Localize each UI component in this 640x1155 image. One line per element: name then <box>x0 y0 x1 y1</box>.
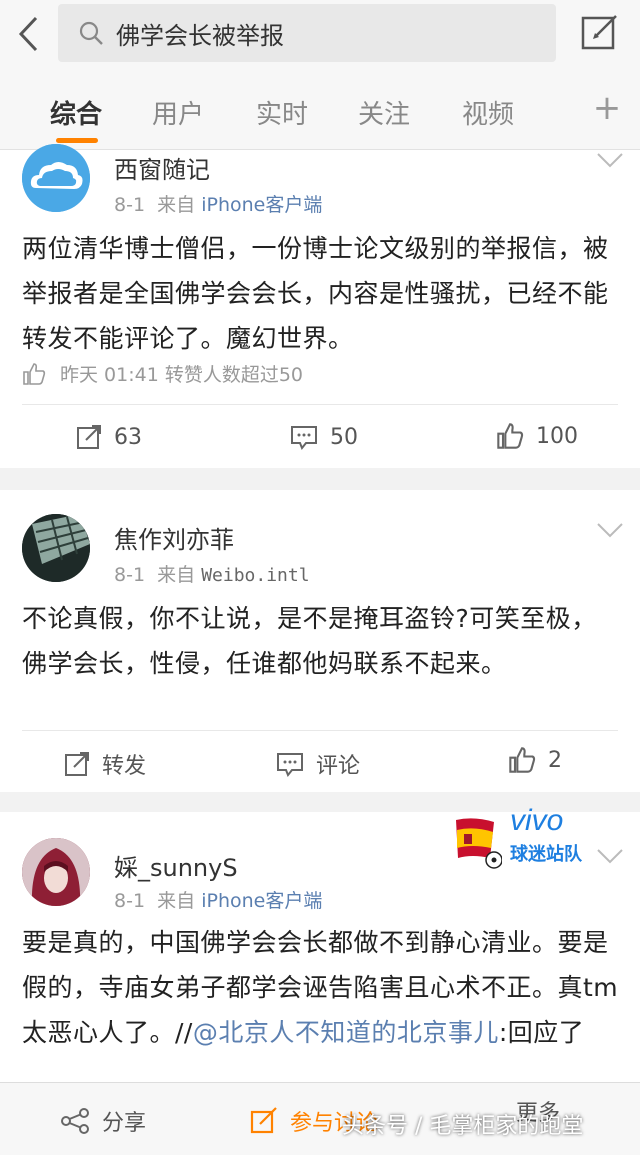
chevron-down-icon[interactable] <box>596 152 624 170</box>
vivo-logo: vivo <box>510 804 564 837</box>
post-meta: 8-1 来自 iPhone客户端 <box>114 886 322 913</box>
share-icon <box>61 1108 89 1134</box>
like-button[interactable]: 2 <box>508 746 562 774</box>
mention-link[interactable]: @北京人不知道的北京事儿 <box>193 1018 499 1047</box>
hooded-figure-avatar-icon <box>22 838 90 906</box>
comment-icon <box>277 753 303 777</box>
comment-button[interactable]: 50 <box>290 424 358 450</box>
share-label: 分享 <box>102 1111 147 1136</box>
post-date: 8-1 <box>114 890 146 912</box>
tab-following[interactable]: 关注 <box>358 94 410 131</box>
compose-button[interactable] <box>578 10 622 54</box>
post-text: 要是真的，中国佛学会会长都做不到静心清业。要是假的，寺庙女弟子都学会诬告陷害且心… <box>22 920 622 1055</box>
glass-facade-avatar-icon <box>22 514 90 582</box>
thumbs-up-icon <box>23 362 46 385</box>
post-source[interactable]: iPhone客户端 <box>201 890 322 912</box>
chevron-down-icon[interactable] <box>596 848 624 866</box>
add-tab-button[interactable]: + <box>590 88 624 128</box>
post-source[interactable]: Weibo.intl <box>201 565 309 586</box>
vivo-fan-badge[interactable]: vivo 球迷站队 <box>454 804 594 870</box>
liked-by-line: 昨天 01:41 转赞人数超过50 <box>22 360 303 387</box>
divider <box>22 730 618 731</box>
tab-realtime[interactable]: 实时 <box>256 94 308 131</box>
compose-icon <box>581 15 617 50</box>
repost-label: 转发 <box>102 754 147 779</box>
like-button[interactable]: 100 <box>496 422 578 450</box>
back-arrow-icon <box>18 16 38 52</box>
comment-button[interactable]: 评论 <box>276 748 360 780</box>
post-text: 两位清华博士僧侣，一份博士论文级别的举报信，被举报者是全国佛学会会长，内容是性骚… <box>22 234 609 353</box>
search-input[interactable]: 佛学会长被举报 <box>58 4 556 62</box>
repost-icon <box>77 425 101 449</box>
comment-count: 50 <box>330 424 358 450</box>
author-name[interactable]: 婇_sunnyS <box>114 848 238 883</box>
active-tab-indicator <box>56 138 98 143</box>
chevron-down-icon[interactable] <box>596 522 624 540</box>
repost-icon <box>65 752 89 776</box>
like-count: 2 <box>548 747 562 773</box>
back-button[interactable] <box>8 12 48 56</box>
avatar[interactable] <box>22 514 90 582</box>
post-meta: 8-1 来自 Weibo.intl <box>114 560 310 587</box>
post-card[interactable]: 焦作刘亦菲 8-1 来自 Weibo.intl 不论真假，你不让说，是不是掩耳盗… <box>0 490 640 792</box>
spain-flag-icon <box>456 818 502 869</box>
fan-team-label: 球迷站队 <box>510 844 582 865</box>
top-bar: 佛学会长被举报 <box>0 0 640 72</box>
post-card[interactable]: 西窗随记 8-1 来自 iPhone客户端 两位清华博士僧侣，一份博士论文级别的… <box>0 144 640 468</box>
divider <box>22 404 618 405</box>
repost-count: 63 <box>114 424 142 450</box>
post-text: 不论真假，你不让说，是不是掩耳盗铃?可笑至极，佛学会长，性侵，任谁都他妈联系不起… <box>22 604 597 678</box>
avatar[interactable] <box>22 144 90 212</box>
watermark: 头条号 / 毛掌柜家的跑堂 <box>342 1114 584 1139</box>
author-name[interactable]: 焦作刘亦菲 <box>114 520 234 555</box>
search-query: 佛学会长被举报 <box>116 21 284 50</box>
tab-all[interactable]: 综合 <box>50 94 102 131</box>
post-date: 8-1 <box>114 564 146 586</box>
edit-icon <box>250 1107 277 1134</box>
from-label: 来自 <box>157 890 196 912</box>
from-label: 来自 <box>157 194 196 216</box>
thumbs-up-icon <box>497 423 524 449</box>
tab-users[interactable]: 用户 <box>152 94 204 131</box>
post-source[interactable]: iPhone客户端 <box>201 194 322 216</box>
comment-label: 评论 <box>316 754 361 779</box>
post-text-tail: :回应了 <box>498 1018 585 1047</box>
from-label: 来自 <box>157 564 196 586</box>
comment-icon <box>291 426 317 450</box>
post-meta: 8-1 来自 iPhone客户端 <box>114 190 322 217</box>
avatar[interactable] <box>22 838 90 906</box>
like-count: 100 <box>536 423 578 449</box>
cloud-avatar-icon <box>22 144 90 212</box>
thumbs-up-icon <box>509 747 536 773</box>
search-icon <box>79 21 103 45</box>
liked-by-text: 昨天 01:41 转赞人数超过50 <box>60 364 304 386</box>
post-date: 8-1 <box>114 194 146 216</box>
repost-button[interactable]: 63 <box>76 424 142 450</box>
repost-button[interactable]: 转发 <box>64 748 146 780</box>
author-name[interactable]: 西窗随记 <box>114 150 210 185</box>
tab-bar: 综合 用户 实时 关注 视频 + <box>0 72 640 150</box>
tab-video[interactable]: 视频 <box>462 94 514 131</box>
share-button[interactable]: 分享 <box>60 1105 146 1137</box>
